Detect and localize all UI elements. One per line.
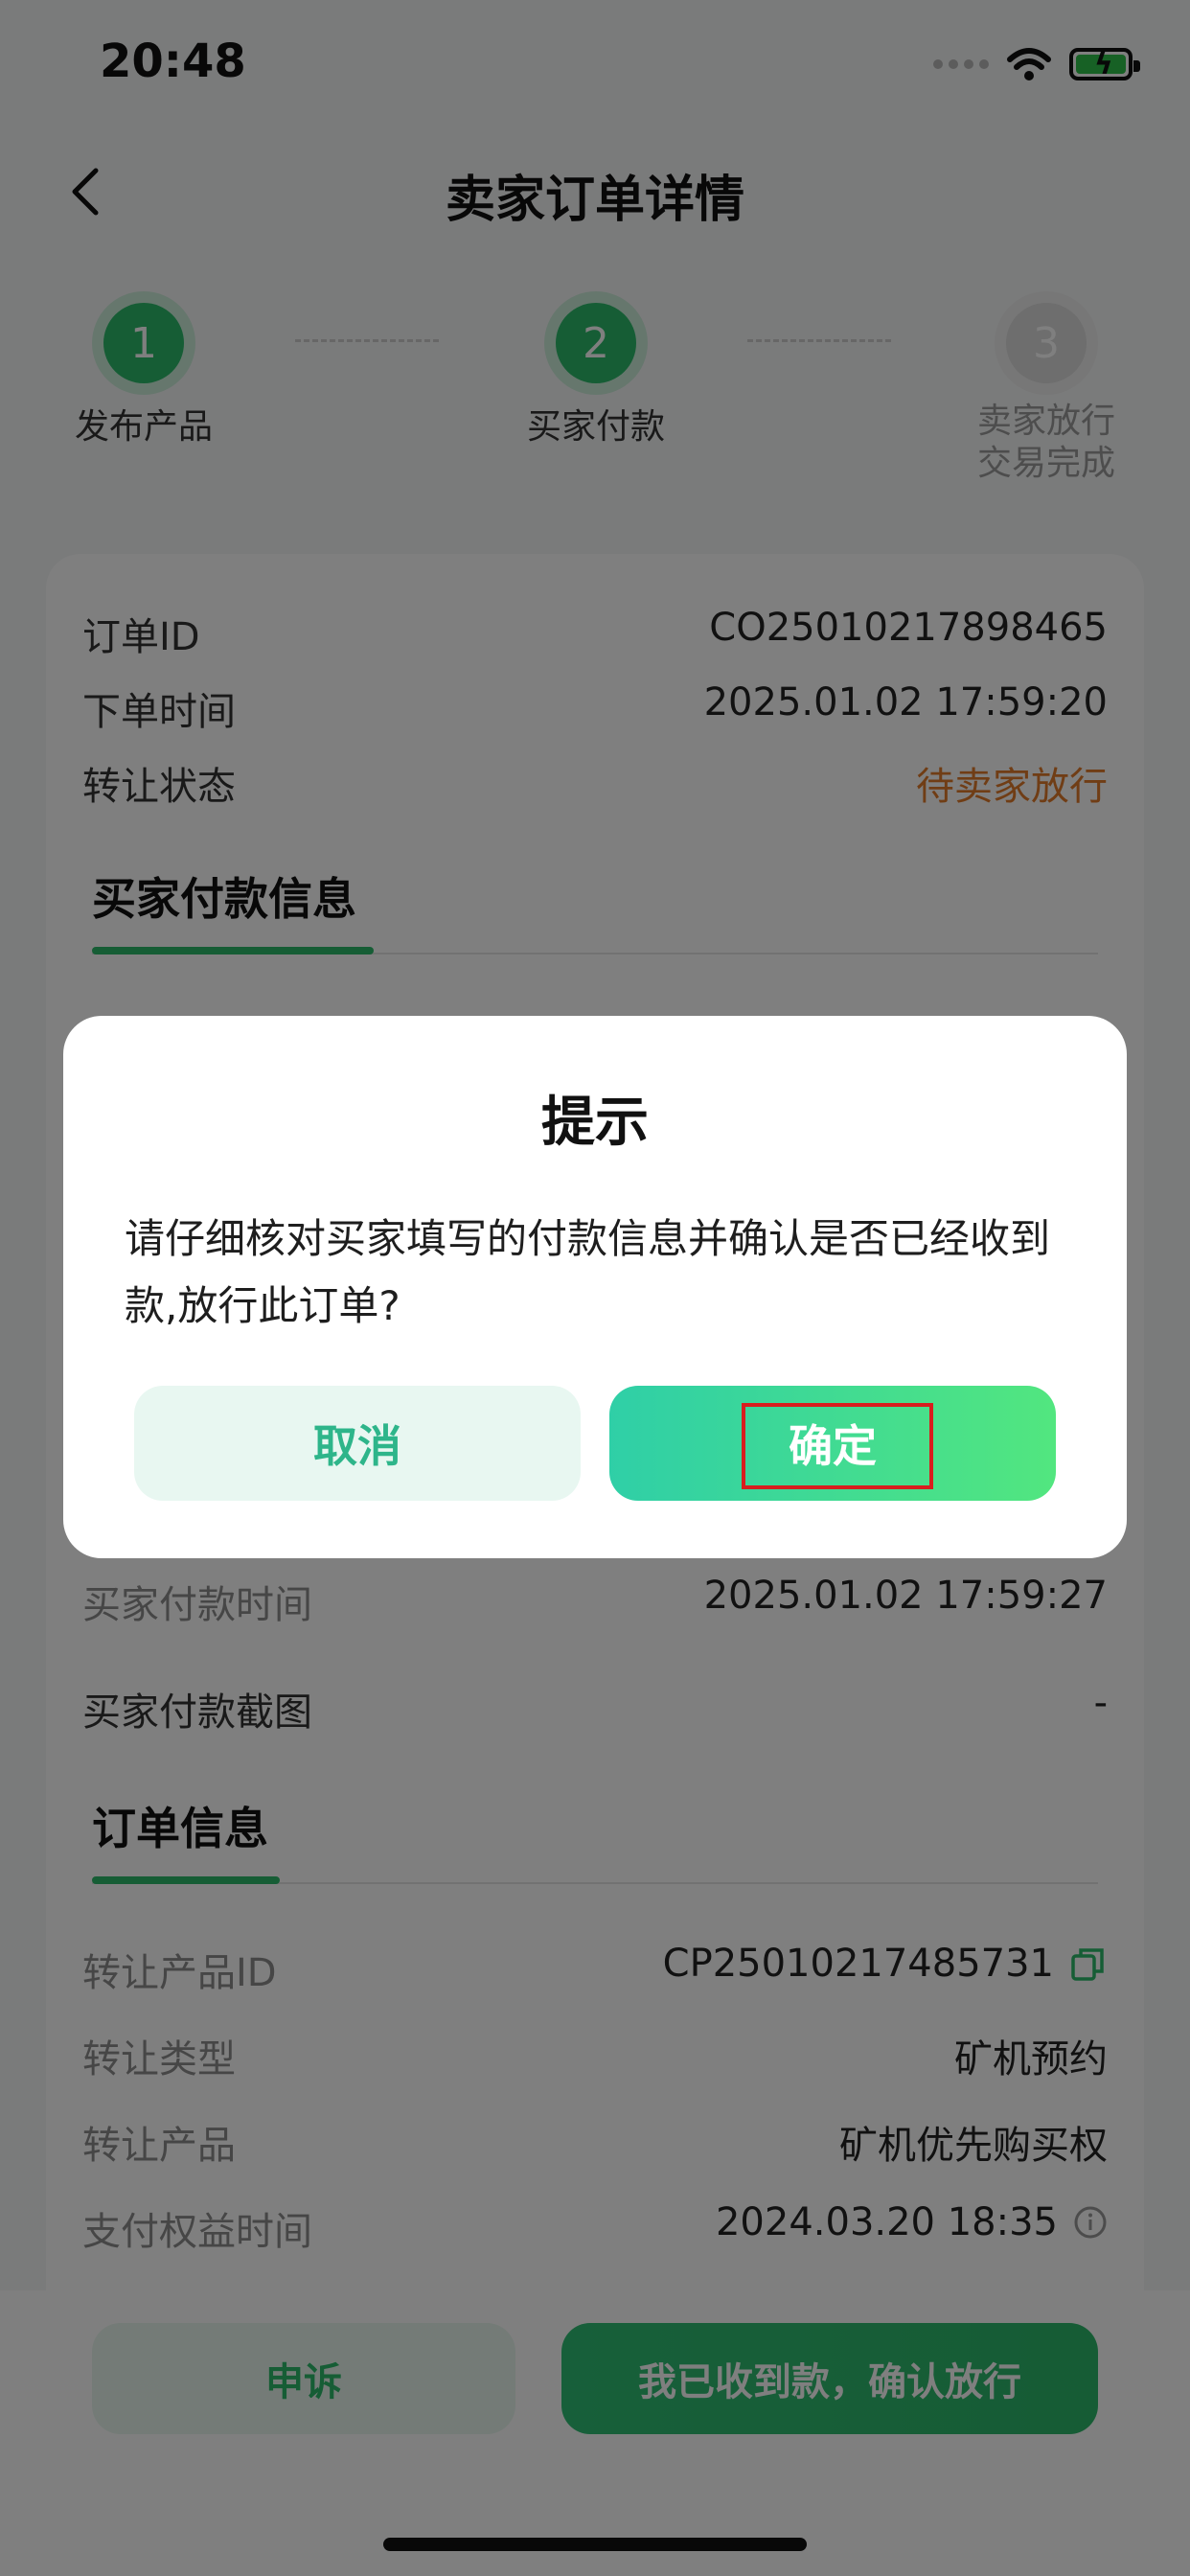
dialog-cancel-button[interactable]: 取消 <box>134 1386 581 1501</box>
dialog-title: 提示 <box>541 1092 649 1154</box>
dialog-message: 请仔细核对买家填写的付款信息并确认是否已经收到款,放行此订单? <box>125 1215 1051 1329</box>
highlight-box <box>742 1403 933 1489</box>
